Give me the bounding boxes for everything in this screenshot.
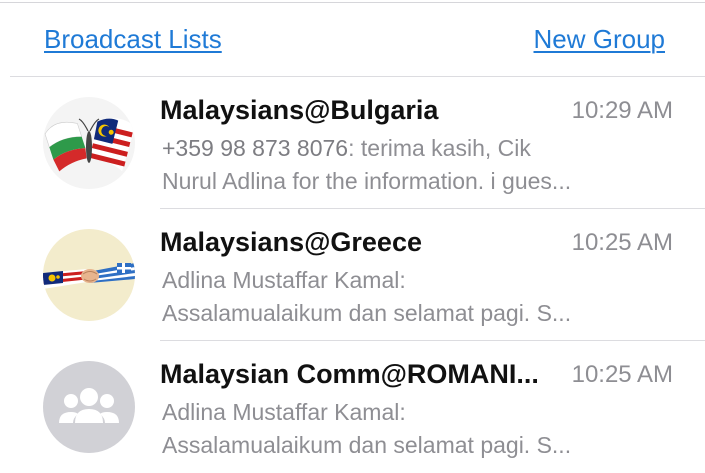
chat-list-screen: Broadcast Lists New Group Malaysians@Bul… bbox=[0, 0, 705, 473]
butterfly-flags-avatar-icon bbox=[43, 97, 135, 189]
links-bar: Broadcast Lists New Group bbox=[0, 0, 705, 76]
chat-preview-line-1: Adlina Mustaffar Kamal: bbox=[162, 267, 406, 293]
chat-name: Malaysians@Greece bbox=[160, 227, 422, 257]
chat-preview-line-2: Assalamualaikum dan selamat pagi. S... bbox=[162, 432, 572, 458]
broadcast-lists-link[interactable]: Broadcast Lists bbox=[44, 24, 222, 55]
handshake-flags-avatar-icon bbox=[43, 229, 135, 321]
preview-sender: +359 98 873 8076 bbox=[162, 135, 349, 161]
group-placeholder-icon bbox=[43, 361, 135, 453]
chat-time: 10:25 AM bbox=[571, 229, 673, 256]
chat-name: Malaysians@Bulgaria bbox=[160, 95, 439, 125]
chat-preview-line-1: Adlina Mustaffar Kamal: bbox=[162, 399, 406, 425]
chat-row-malaysians-bulgaria[interactable]: Malaysians@Bulgaria 10:29 AM +359 98 873… bbox=[0, 77, 705, 209]
chat-row-malaysian-comm-romania[interactable]: Malaysian Comm@ROMANI... 10:25 AM Adlina… bbox=[0, 341, 705, 473]
chat-time: 10:25 AM bbox=[571, 361, 673, 388]
chat-time: 10:29 AM bbox=[571, 97, 673, 124]
new-group-link[interactable]: New Group bbox=[534, 24, 666, 55]
preview-text: : terima kasih, Cik bbox=[348, 135, 531, 161]
chat-preview-line-2: Assalamualaikum dan selamat pagi. S... bbox=[162, 300, 572, 326]
chat-preview-line-1: +359 98 873 8076: terima kasih, Cik bbox=[162, 135, 531, 162]
chat-preview-line-2: Nurul Adlina for the information. i gues… bbox=[162, 168, 572, 194]
chat-row-malaysians-greece[interactable]: Malaysians@Greece 10:25 AM Adlina Mustaf… bbox=[0, 209, 705, 341]
chat-name: Malaysian Comm@ROMANI... bbox=[160, 359, 539, 389]
